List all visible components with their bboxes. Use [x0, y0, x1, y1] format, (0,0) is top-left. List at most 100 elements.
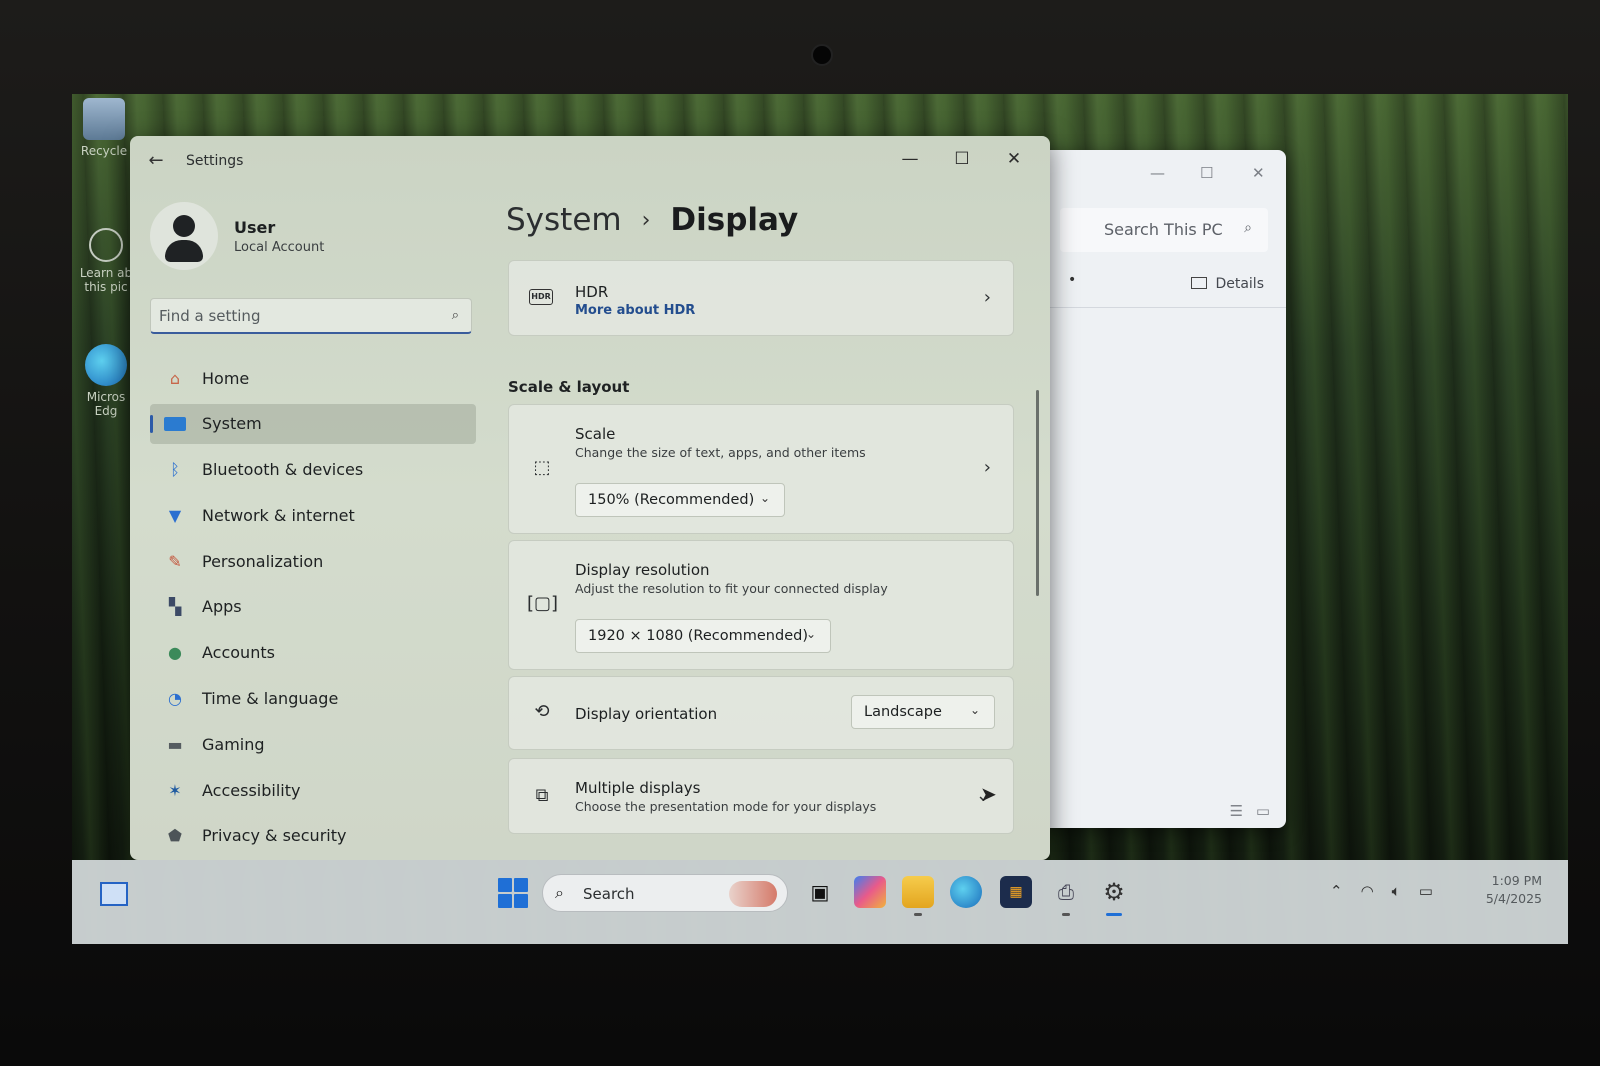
sidebar-item-label: Apps [202, 597, 242, 617]
battery-icon[interactable]: ▭ [1419, 882, 1433, 900]
store-icon[interactable]: ▦ [1000, 876, 1032, 908]
multiple-displays-description: Choose the presentation mode for your di… [575, 799, 877, 814]
resolution-dropdown-value: 1920 × 1080 (Recommended) [588, 628, 808, 644]
sidebar-item-accounts[interactable]: ● Accounts [150, 633, 476, 673]
scale-description: Change the size of text, apps, and other… [575, 445, 866, 460]
search-icon: ⌕ [1244, 220, 1252, 236]
sidebar-item-accessibility[interactable]: ✶ Accessibility [150, 770, 476, 810]
sidebar-item-label: Time & language [202, 689, 339, 709]
sidebar-item-label: System [202, 414, 262, 434]
sidebar-item-label: Accessibility [202, 780, 301, 800]
laptop-bezel: Recycle Learn ab this pic Micros Edg — ☐… [0, 0, 1600, 1066]
breadcrumb: System › Display [506, 202, 798, 238]
chevron-up-icon[interactable]: ⌃ [1330, 882, 1343, 900]
hdr-card[interactable]: HDR HDR More about HDR › [508, 260, 1014, 336]
resolution-dropdown[interactable]: 1920 × 1080 (Recommended) ⌄ [575, 619, 831, 653]
more-about-hdr-link[interactable]: More about HDR [575, 303, 695, 318]
task-view-icon[interactable]: ▣ [804, 876, 836, 908]
search-icon: ⌕ [555, 883, 564, 902]
explorer-view-toggles: ☰ ▭ [1230, 802, 1270, 820]
scale-dropdown[interactable]: 150% (Recommended) ⌄ [575, 483, 785, 517]
tiles-view-icon[interactable]: ▭ [1256, 802, 1270, 820]
settings-window: ← Settings — ☐ ✕ User Local Account ⌕ [130, 136, 1050, 860]
sidebar-item-label: Personalization [202, 551, 324, 571]
chevron-down-icon: ⌄ [759, 491, 770, 505]
explorer-maximize-button[interactable]: ☐ [1200, 164, 1213, 182]
content-scrollbar[interactable] [1036, 390, 1039, 596]
sidebar-item-network[interactable]: ▼ Network & internet [150, 495, 476, 535]
search-highlight-art [729, 881, 777, 907]
shield-icon: ⬟ [168, 826, 182, 846]
sidebar-item-label: Privacy & security [202, 826, 347, 846]
accounts-icon: ● [168, 643, 182, 663]
orientation-dropdown[interactable]: Landscape ⌄ [851, 695, 995, 729]
back-arrow-icon[interactable]: ← [144, 150, 168, 171]
chevron-down-icon: ⌄ [805, 627, 816, 641]
sidebar-item-privacy[interactable]: ⬟ Privacy & security [150, 816, 476, 856]
settings-gear-icon[interactable]: ⚙ [1098, 876, 1130, 916]
list-view-icon[interactable]: ☰ [1230, 802, 1243, 820]
taskbar: ⌕ Search ▣ ▦ ⎙ ⚙ ⌃ ◠ 🔈︎ ▭ 1:09 PM 5/4/20… [72, 860, 1568, 944]
explorer-search-box[interactable]: Search This PC ⌕ [1060, 208, 1268, 252]
scale-dropdown-value: 150% (Recommended) [588, 492, 755, 508]
apps-icon: ▚ [168, 597, 182, 617]
details-button[interactable]: Details [1191, 276, 1264, 292]
multiple-displays-title: Multiple displays [575, 779, 701, 797]
sidebar-item-label: Home [202, 368, 250, 388]
sidebar-nav: ⌂ Home System ᛒ Bluetooth & devices ▼ Ne… [150, 358, 476, 860]
sidebar-item-label: Network & internet [202, 505, 355, 525]
desktop-screen: Recycle Learn ab this pic Micros Edg — ☐… [72, 94, 1568, 944]
sidebar-item-home[interactable]: ⌂ Home [150, 358, 476, 398]
taskbar-search[interactable]: ⌕ Search [542, 874, 788, 912]
start-icon-quad [498, 878, 512, 892]
details-pane-icon [1191, 277, 1208, 289]
desktop-icon-learn-picture[interactable]: Learn ab this pic [76, 228, 136, 294]
taskbar-clock[interactable]: 1:09 PM 5/4/2025 [1452, 872, 1542, 908]
sidebar-item-personalization[interactable]: ✎ Personalization [150, 541, 476, 581]
start-icon-quad [514, 894, 528, 908]
sidebar-item-time-language[interactable]: ◔ Time & language [150, 679, 476, 719]
sidebar-item-system[interactable]: System [150, 403, 476, 444]
devices-icon[interactable]: ⎙ [1050, 876, 1082, 916]
widgets-icon[interactable] [100, 882, 128, 906]
sidebar-item-label: Accounts [202, 643, 275, 663]
resolution-title: Display resolution [575, 561, 710, 579]
mouse-pointer-icon: ➤ [980, 782, 997, 806]
desktop-icon-label: Micros Edg [86, 390, 126, 418]
copilot-icon[interactable] [854, 876, 886, 908]
sidebar-item-gaming[interactable]: ▬ Gaming [150, 724, 476, 764]
scale-icon: ⬚ [533, 457, 551, 478]
search-input[interactable] [159, 305, 429, 327]
file-explorer-icon[interactable] [902, 876, 934, 916]
volume-icon[interactable]: 🔈︎ [1392, 882, 1401, 900]
scale-card[interactable]: ⬚ Scale Change the size of text, apps, a… [508, 404, 1014, 534]
desktop-icon-edge[interactable]: Micros Edg [76, 344, 136, 418]
desktop-icon-recycle-bin[interactable]: Recycle [74, 98, 134, 158]
sidebar-item-bluetooth[interactable]: ᛒ Bluetooth & devices [150, 450, 476, 490]
clock-date: 5/4/2025 [1485, 891, 1542, 906]
edge-icon[interactable] [950, 876, 982, 908]
page-title: Display [670, 202, 799, 238]
user-name: User [234, 218, 276, 237]
maximize-button[interactable]: ☐ [942, 144, 982, 174]
breadcrumb-parent[interactable]: System [506, 202, 622, 238]
window-title: Settings [186, 153, 244, 169]
wifi-icon: ▼ [168, 505, 182, 525]
edge-shortcut-icon [85, 344, 127, 386]
scale-title: Scale [575, 425, 616, 443]
multiple-displays-card[interactable]: ⧉ Multiple displays Choose the presentat… [508, 758, 1014, 834]
sidebar-item-label: Bluetooth & devices [202, 460, 364, 480]
display-resolution-card: [▢] Display resolution Adjust the resolu… [508, 540, 1014, 670]
sidebar-item-apps[interactable]: ▚ Apps [150, 587, 476, 627]
find-setting-search[interactable]: ⌕ [150, 298, 472, 334]
start-button[interactable] [498, 878, 528, 908]
hdr-icon: HDR [529, 289, 553, 305]
wifi-icon[interactable]: ◠ [1361, 882, 1374, 900]
breadcrumb-separator: › [641, 207, 651, 233]
close-button[interactable]: ✕ [994, 144, 1034, 174]
minimize-button[interactable]: — [890, 144, 930, 174]
multiple-displays-icon: ⧉ [535, 785, 549, 806]
explorer-minimize-button[interactable]: — [1150, 164, 1165, 182]
explorer-close-button[interactable]: ✕ [1252, 164, 1265, 182]
search-icon: ⌕ [451, 308, 459, 323]
